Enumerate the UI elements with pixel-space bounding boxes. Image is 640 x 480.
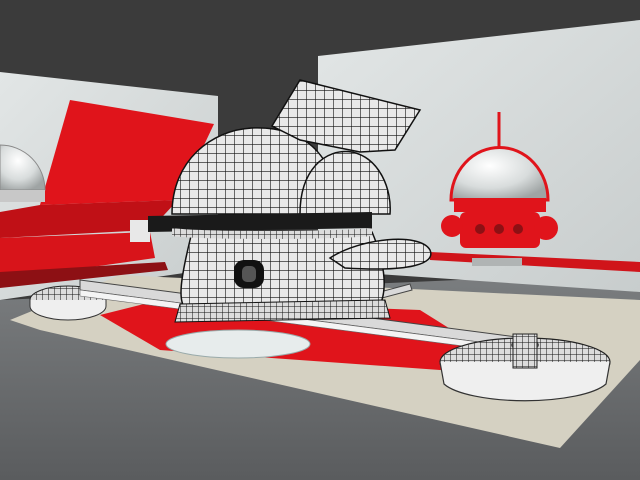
scene-svg <box>0 0 640 480</box>
render-viewport <box>0 0 640 480</box>
